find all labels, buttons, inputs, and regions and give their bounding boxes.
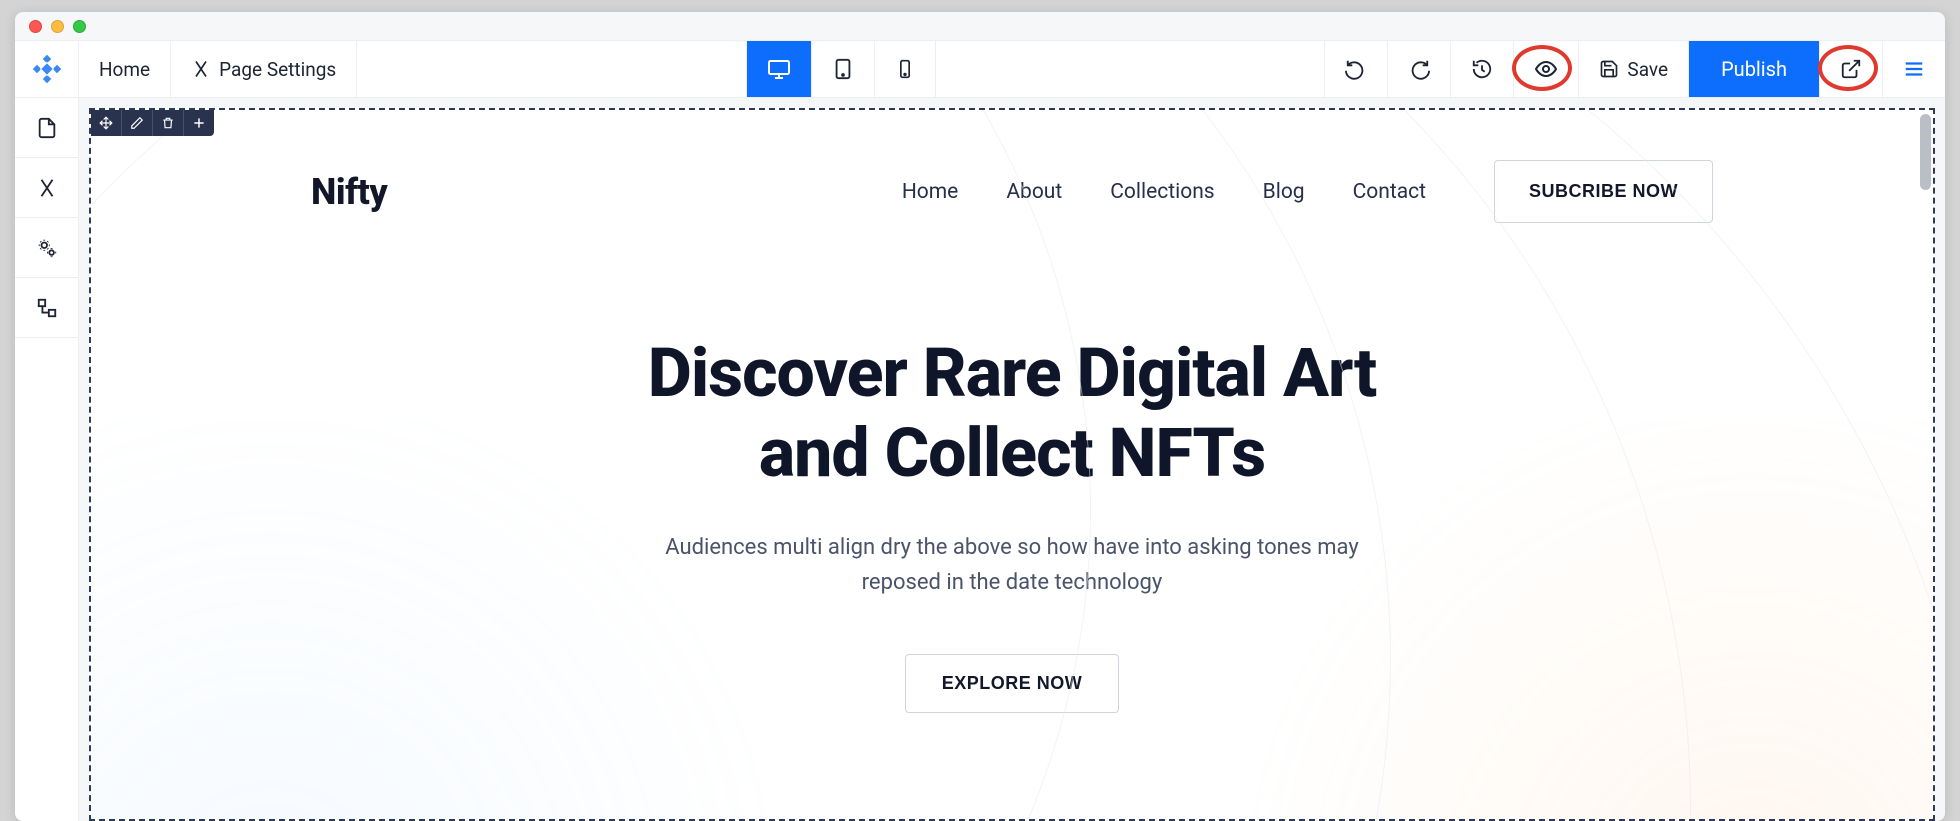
preview-button[interactable] <box>1514 41 1579 97</box>
section-move-button[interactable] <box>91 110 121 136</box>
home-button[interactable]: Home <box>79 41 171 97</box>
mobile-icon <box>895 59 915 79</box>
nav-link-blog[interactable]: Blog <box>1263 180 1305 204</box>
redo-button[interactable] <box>1388 41 1451 97</box>
traffic-light-minimize[interactable] <box>51 20 64 33</box>
hero-sub-line2: reposed in the date technology <box>862 570 1163 595</box>
publish-label: Publish <box>1721 57 1787 81</box>
site-nav: Nifty Home About Collections Blog Contac… <box>91 110 1933 223</box>
redo-icon <box>1408 58 1430 80</box>
edit-icon <box>130 116 144 130</box>
nav-links: Home About Collections Blog Contact <box>902 180 1426 204</box>
trash-icon <box>161 116 175 130</box>
page-settings-button[interactable]: Page Settings <box>171 41 357 97</box>
toolbar-spacer-1 <box>357 41 746 97</box>
history-button[interactable] <box>1451 41 1514 97</box>
tools-icon <box>191 59 211 79</box>
explore-button[interactable]: EXPLORE NOW <box>905 654 1120 713</box>
page-canvas[interactable]: Nifty Home About Collections Blog Contac… <box>89 108 1935 821</box>
hero-subtext[interactable]: Audiences multi align dry the above so h… <box>91 531 1933 599</box>
file-icon <box>36 117 58 139</box>
nav-link-collections[interactable]: Collections <box>1110 180 1214 204</box>
app-logo[interactable] <box>15 41 79 97</box>
publish-button[interactable]: Publish <box>1689 41 1820 97</box>
device-desktop-button[interactable] <box>746 41 812 97</box>
hamburger-icon <box>1903 58 1925 80</box>
hero-body: Discover Rare Digital Art and Collect NF… <box>91 223 1933 713</box>
external-link-icon <box>1840 58 1862 80</box>
page-settings-label: Page Settings <box>219 58 336 81</box>
traffic-light-zoom[interactable] <box>73 20 86 33</box>
section-delete-button[interactable] <box>153 110 183 136</box>
subscribe-button[interactable]: SUBCRIBE NOW <box>1494 160 1713 223</box>
save-icon <box>1599 59 1619 79</box>
gears-icon <box>36 237 58 259</box>
save-label: Save <box>1627 58 1668 81</box>
move-icon <box>99 116 113 130</box>
hero-heading[interactable]: Discover Rare Digital Art and Collect NF… <box>91 333 1933 493</box>
tablet-icon <box>832 58 854 80</box>
device-tablet-button[interactable] <box>812 41 875 97</box>
app-window: Home Page Settings <box>15 12 1945 821</box>
hero-sub-line1: Audiences multi align dry the above so h… <box>665 535 1359 560</box>
side-pages-button[interactable] <box>15 98 78 158</box>
design-tools-icon <box>36 177 58 199</box>
hero-heading-line2: and Collect NFTs <box>759 413 1265 493</box>
side-rail <box>15 98 79 821</box>
workspace: Nifty Home About Collections Blog Contac… <box>15 98 1945 821</box>
side-settings-button[interactable] <box>15 218 78 278</box>
traffic-light-close[interactable] <box>29 20 42 33</box>
eye-icon <box>1534 57 1558 81</box>
history-icon <box>1471 58 1493 80</box>
section-add-button[interactable] <box>184 110 214 136</box>
side-navigator-button[interactable] <box>15 278 78 338</box>
site-brand[interactable]: Nifty <box>311 171 387 213</box>
logo-icon <box>32 54 62 84</box>
undo-icon <box>1345 58 1367 80</box>
section-toolbar <box>91 110 214 136</box>
open-external-button[interactable] <box>1820 41 1883 97</box>
save-button[interactable]: Save <box>1579 41 1689 97</box>
plus-icon <box>192 116 206 130</box>
canvas-area: Nifty Home About Collections Blog Contac… <box>79 98 1945 821</box>
hamburger-menu-button[interactable] <box>1883 41 1945 97</box>
nav-link-contact[interactable]: Contact <box>1353 180 1426 204</box>
window-titlebar <box>15 12 1945 40</box>
hero-heading-line1: Discover Rare Digital Art <box>648 333 1377 413</box>
device-mobile-button[interactable] <box>875 41 936 97</box>
toolbar-spacer-2 <box>936 41 1325 97</box>
tree-icon <box>36 297 58 319</box>
home-label: Home <box>99 58 150 81</box>
nav-link-home[interactable]: Home <box>902 180 959 204</box>
section-edit-button[interactable] <box>122 110 152 136</box>
undo-button[interactable] <box>1324 41 1388 97</box>
side-design-button[interactable] <box>15 158 78 218</box>
desktop-icon <box>767 57 791 81</box>
nav-link-about[interactable]: About <box>1006 180 1062 204</box>
top-toolbar: Home Page Settings <box>15 40 1945 98</box>
canvas-scrollbar-thumb[interactable] <box>1920 114 1931 190</box>
